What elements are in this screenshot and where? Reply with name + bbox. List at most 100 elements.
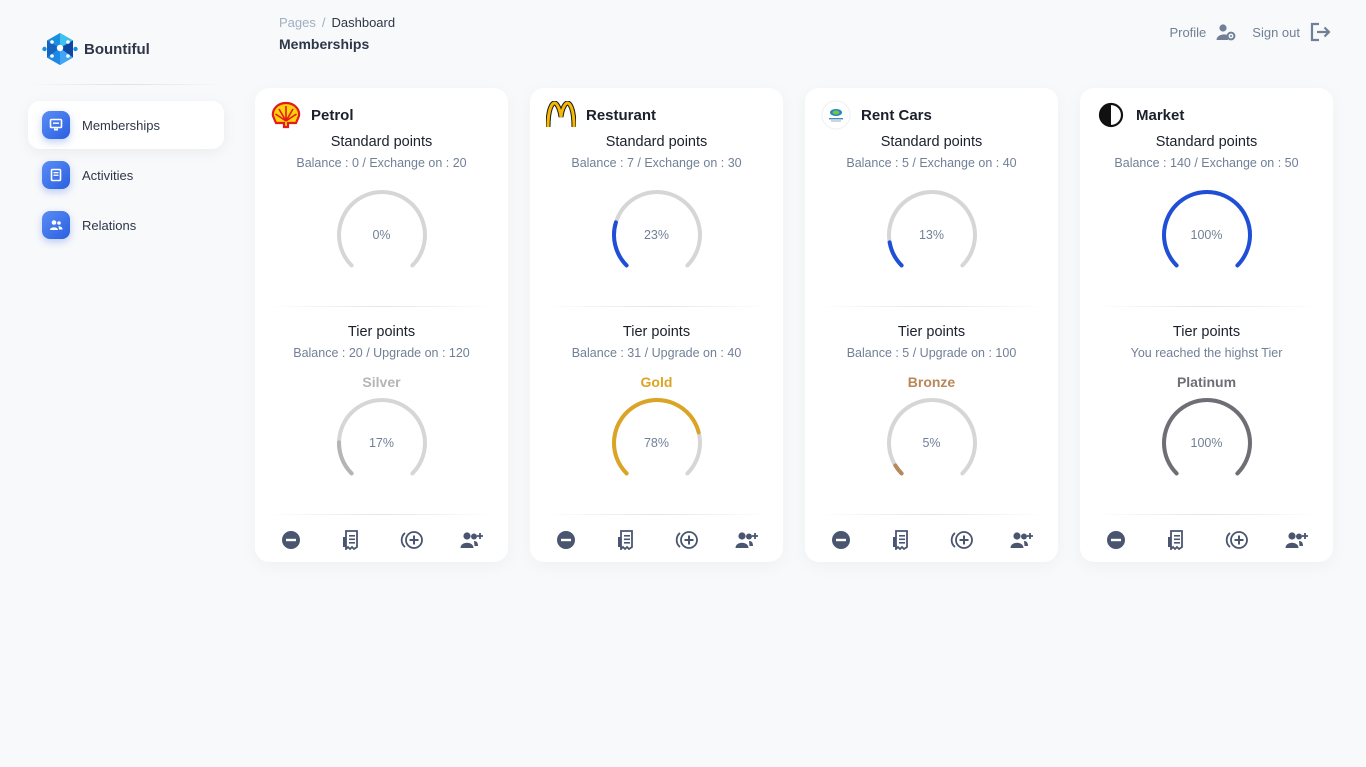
- sidebar-item-label: Memberships: [82, 117, 161, 133]
- tier-points-gauge: 78%: [607, 393, 707, 493]
- sidebar-divider: [28, 84, 224, 85]
- standard-points-balance: Balance : 5 / Exchange on : 40: [846, 156, 1017, 170]
- brand-name: Bountiful: [84, 40, 150, 58]
- receipt-icon: [1168, 530, 1184, 550]
- tier-points-gauge: 17%: [332, 393, 432, 493]
- tier-points-gauge: 5%: [882, 393, 982, 493]
- remove-button[interactable]: [553, 529, 579, 551]
- shell-logo-icon: [271, 100, 301, 130]
- card-actions: [255, 529, 508, 551]
- gauge-fill: [887, 240, 904, 268]
- add-relation-button[interactable]: [1284, 529, 1310, 551]
- gauge-value: 5%: [922, 436, 941, 450]
- tier-name: Platinum: [1176, 374, 1237, 390]
- card-header: Petrol: [271, 100, 354, 130]
- tier-points-title: Tier points: [1172, 324, 1241, 340]
- profile-button[interactable]: Profile: [1169, 23, 1236, 41]
- gauge-value: 100%: [1190, 436, 1223, 450]
- users-icon: [42, 211, 70, 239]
- card-title: Market: [1136, 106, 1185, 124]
- monitor-icon: [42, 111, 70, 139]
- add-points-button[interactable]: [399, 529, 425, 551]
- profile-label: Profile: [1169, 24, 1207, 40]
- standard-points-gauge: 100%: [1157, 185, 1257, 285]
- remove-button[interactable]: [278, 529, 304, 551]
- card-title: Petrol: [311, 106, 354, 124]
- card-divider: [544, 306, 769, 307]
- remove-button[interactable]: [828, 529, 854, 551]
- card-actions: [805, 529, 1058, 551]
- membership-card-market: Market Standard points Balance : 140 / E…: [1080, 88, 1333, 562]
- sidebar-item-label: Relations: [82, 217, 137, 233]
- minus-circle-icon: [832, 531, 851, 549]
- activity-log-button[interactable]: [613, 529, 639, 551]
- sidebar: Bountiful Memberships Activities Relatio…: [28, 30, 224, 251]
- sidebar-item-activities[interactable]: Activities: [28, 151, 224, 199]
- sidebar-item-relations[interactable]: Relations: [28, 201, 224, 249]
- card-title: Rent Cars: [861, 106, 932, 124]
- tier-name: Bronze: [907, 374, 956, 390]
- add-points-button[interactable]: [674, 529, 700, 551]
- card-header: Resturant: [546, 100, 656, 130]
- breadcrumb-root[interactable]: Pages: [279, 15, 316, 30]
- standard-points-title: Standard points: [880, 134, 983, 150]
- user-plus-icon: [735, 532, 758, 548]
- rent-cars-logo-icon: [821, 100, 851, 130]
- breadcrumb-separator: /: [321, 15, 326, 30]
- card-header: Rent Cars: [821, 100, 932, 130]
- activity-log-button[interactable]: [888, 529, 914, 551]
- tier-points-balance: Balance : 31 / Upgrade on : 40: [571, 346, 742, 360]
- gauge-value: 78%: [643, 436, 670, 450]
- sidebar-item-label: Activities: [82, 167, 134, 183]
- add-circle-icon: [400, 531, 423, 549]
- add-relation-button[interactable]: [1009, 529, 1035, 551]
- receipt-icon: [343, 530, 359, 550]
- sign-out-button[interactable]: Sign out: [1252, 22, 1332, 42]
- brand[interactable]: Bountiful: [28, 30, 224, 68]
- activity-log-button[interactable]: [1163, 529, 1189, 551]
- gauge-value: 100%: [1190, 228, 1223, 242]
- tier-points-title: Tier points: [897, 324, 966, 340]
- sidebar-item-memberships[interactable]: Memberships: [28, 101, 224, 149]
- gauge-value: 0%: [372, 228, 391, 242]
- standard-points-gauge: 23%: [607, 185, 707, 285]
- add-relation-button[interactable]: [459, 529, 485, 551]
- breadcrumb: Pages / Dashboard: [279, 15, 395, 30]
- add-circle-icon: [950, 531, 973, 549]
- hex-network-logo-icon: [42, 33, 78, 65]
- remove-button[interactable]: [1103, 529, 1129, 551]
- add-points-button[interactable]: [949, 529, 975, 551]
- tier-points-title: Tier points: [622, 324, 691, 340]
- card-divider: [269, 514, 494, 515]
- golden-arches-logo-icon: [546, 100, 576, 130]
- card-actions: [530, 529, 783, 551]
- card-header: Market: [1096, 100, 1184, 130]
- standard-points-gauge: 0%: [332, 185, 432, 285]
- add-circle-icon: [675, 531, 698, 549]
- memberships-grid: Petrol Standard points Balance : 0 / Exc…: [255, 88, 1333, 562]
- gauge-value: 23%: [643, 228, 670, 242]
- breadcrumb-current: Dashboard: [331, 15, 396, 30]
- add-relation-button[interactable]: [734, 529, 760, 551]
- card-divider: [819, 306, 1044, 307]
- standard-points-balance: Balance : 0 / Exchange on : 20: [296, 156, 467, 170]
- add-points-button[interactable]: [1224, 529, 1250, 551]
- receipt-icon: [893, 530, 909, 550]
- minus-circle-icon: [557, 531, 576, 549]
- standard-points-title: Standard points: [605, 134, 708, 150]
- card-divider: [269, 306, 494, 307]
- user-plus-icon: [1010, 532, 1033, 548]
- user-gear-icon: [1216, 24, 1236, 41]
- gauge-value: 13%: [918, 228, 945, 242]
- half-circle-logo-icon: [1096, 100, 1126, 130]
- tier-points-status: You reached the highst Tier: [1130, 346, 1283, 360]
- user-plus-icon: [460, 532, 483, 548]
- card-divider: [1094, 306, 1319, 307]
- card-divider: [819, 514, 1044, 515]
- minus-circle-icon: [1107, 531, 1126, 549]
- tier-name: Silver: [362, 374, 401, 390]
- sign-out-icon: [1310, 22, 1331, 42]
- membership-card-rent-cars: Rent Cars Standard points Balance : 5 / …: [805, 88, 1058, 562]
- gauge-fill: [892, 463, 904, 476]
- activity-log-button[interactable]: [338, 529, 364, 551]
